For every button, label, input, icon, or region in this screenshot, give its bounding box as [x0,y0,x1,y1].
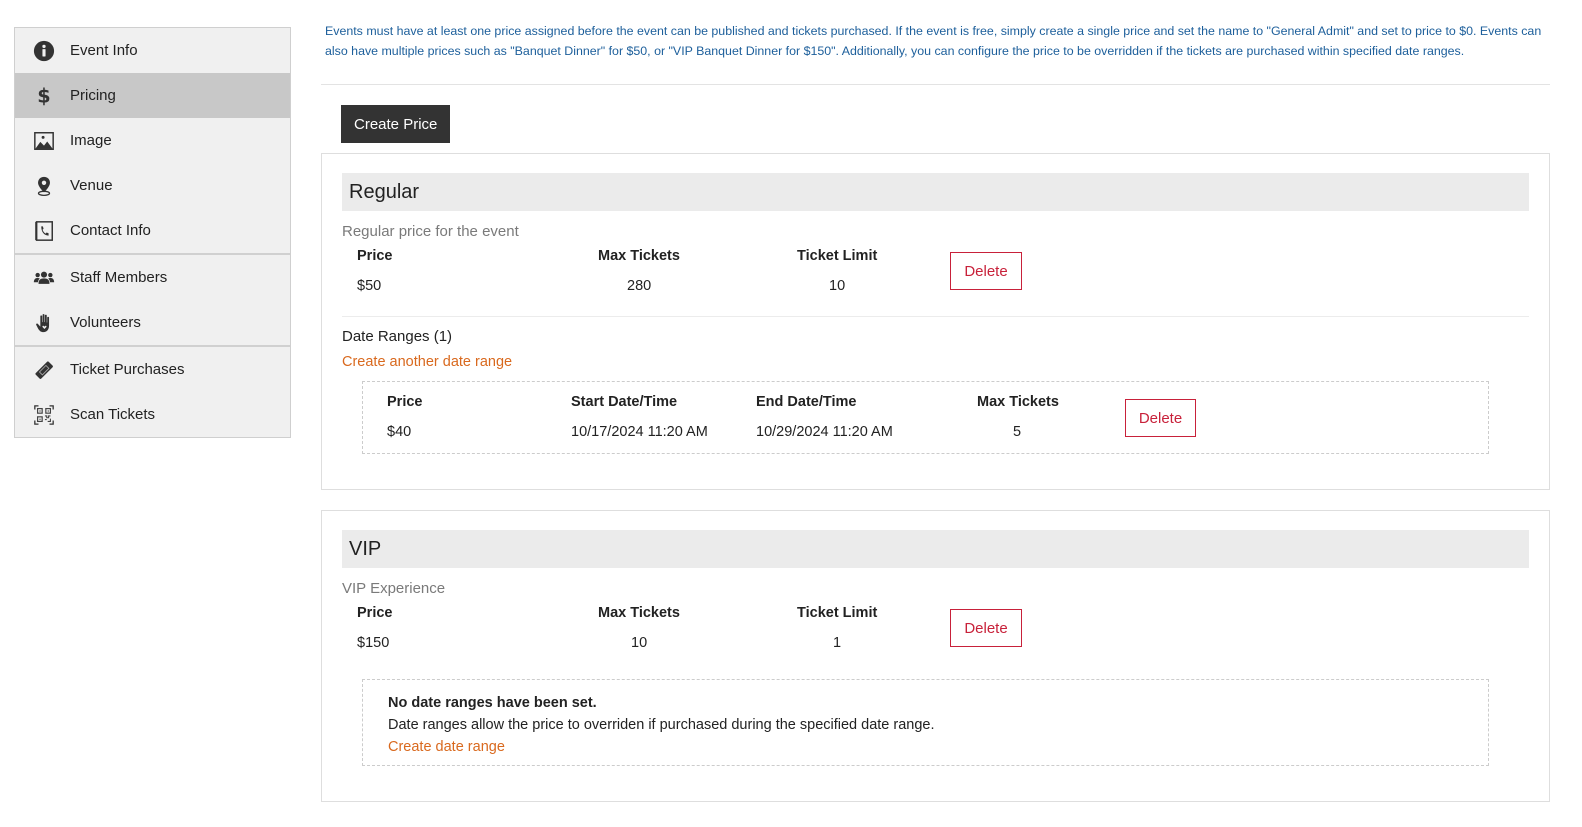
sidebar-item-scan-tickets[interactable]: Scan Tickets [15,392,290,437]
dr-price-header: Price [387,394,423,410]
dollar-icon: $ [32,84,56,108]
create-another-date-range-link[interactable]: Create another date range [342,354,512,370]
ticket-limit-value: 1 [833,635,842,651]
image-icon [32,129,56,153]
price-name: VIP [342,530,1529,568]
pricing-main: Events must have at least one price assi… [321,18,1550,802]
empty-title: No date ranges have been set. [388,695,597,711]
price-header: Price [357,248,393,264]
sidebar-item-label: Volunteers [70,314,141,331]
price-value: $50 [357,278,382,294]
delete-date-range-button[interactable]: Delete [1125,399,1196,437]
sidebar-item-label: Ticket Purchases [70,361,185,378]
sidebar-item-label: Image [70,132,112,149]
sidebar-item-label: Contact Info [70,222,151,239]
price-details: Price Max Tickets Ticket Limit $50 280 1… [342,248,1529,302]
create-date-range-link[interactable]: Create date range [388,739,505,755]
contact-book-icon [32,219,56,243]
max-tickets-header: Max Tickets [598,248,680,264]
sidebar-item-pricing[interactable]: $ Pricing [15,73,290,118]
users-icon [32,266,56,290]
max-tickets-header: Max Tickets [598,605,680,621]
dr-end-header: End Date/Time [756,394,857,410]
date-ranges-title: Date Ranges (1) [342,328,453,345]
dr-end-value: 10/29/2024 11:20 AM [756,424,893,440]
max-tickets-value: 10 [631,635,648,651]
price-header: Price [357,605,393,621]
sidebar-item-label: Staff Members [70,269,168,286]
hand-heart-icon [32,311,56,335]
price-card-regular: Regular Regular price for the event Pric… [321,153,1550,490]
info-circle-icon [32,39,56,63]
price-description: Regular price for the event [342,223,519,240]
qr-code-icon [32,403,56,427]
map-pin-icon [32,174,56,198]
max-tickets-value: 280 [627,278,652,294]
dr-start-header: Start Date/Time [571,394,678,410]
sidebar-item-ticket-purchases[interactable]: Ticket Purchases [15,347,290,392]
price-card-vip: VIP VIP Experience Price Max Tickets Tic… [321,510,1550,802]
sidebar-nav: Event Info $ Pricing Image Venue Contact… [14,27,291,438]
date-range-row: Price Start Date/Time End Date/Time Max … [362,381,1489,454]
empty-text: Date ranges allow the price to overriden… [388,717,935,733]
ticket-icon [32,358,56,382]
sidebar-item-label: Venue [70,177,113,194]
no-date-ranges-notice: No date ranges have been set. Date range… [362,679,1489,766]
sidebar-item-staff-members[interactable]: Staff Members [15,255,290,300]
ticket-limit-header: Ticket Limit [797,248,878,264]
price-name: Regular [342,173,1529,211]
sidebar-item-volunteers[interactable]: Volunteers [15,300,290,345]
sidebar-item-label: Scan Tickets [70,406,156,423]
delete-price-button[interactable]: Delete [950,609,1022,647]
dr-max-tickets-value: 5 [1013,424,1022,440]
price-value: $150 [357,635,390,651]
dr-max-tickets-header: Max Tickets [977,394,1059,410]
dr-start-value: 10/17/2024 11:20 AM [571,424,708,440]
price-details: Price Max Tickets Ticket Limit $150 10 1… [342,605,1529,659]
ticket-limit-value: 10 [829,278,846,294]
sidebar-item-label: Pricing [70,87,116,104]
sidebar-item-venue[interactable]: Venue [15,163,290,208]
dr-price-value: $40 [387,424,412,440]
delete-price-button[interactable]: Delete [950,252,1022,290]
sidebar-item-image[interactable]: Image [15,118,290,163]
divider [342,316,1529,317]
sidebar-item-label: Event Info [70,42,138,59]
sidebar-item-contact-info[interactable]: Contact Info [15,208,290,253]
svg-text:$: $ [37,85,50,107]
price-description: VIP Experience [342,580,446,597]
create-price-button[interactable]: Create Price [341,105,451,143]
sidebar-item-event-info[interactable]: Event Info [15,28,290,73]
ticket-limit-header: Ticket Limit [797,605,878,621]
pricing-intro-text: Events must have at least one price assi… [321,18,1550,85]
